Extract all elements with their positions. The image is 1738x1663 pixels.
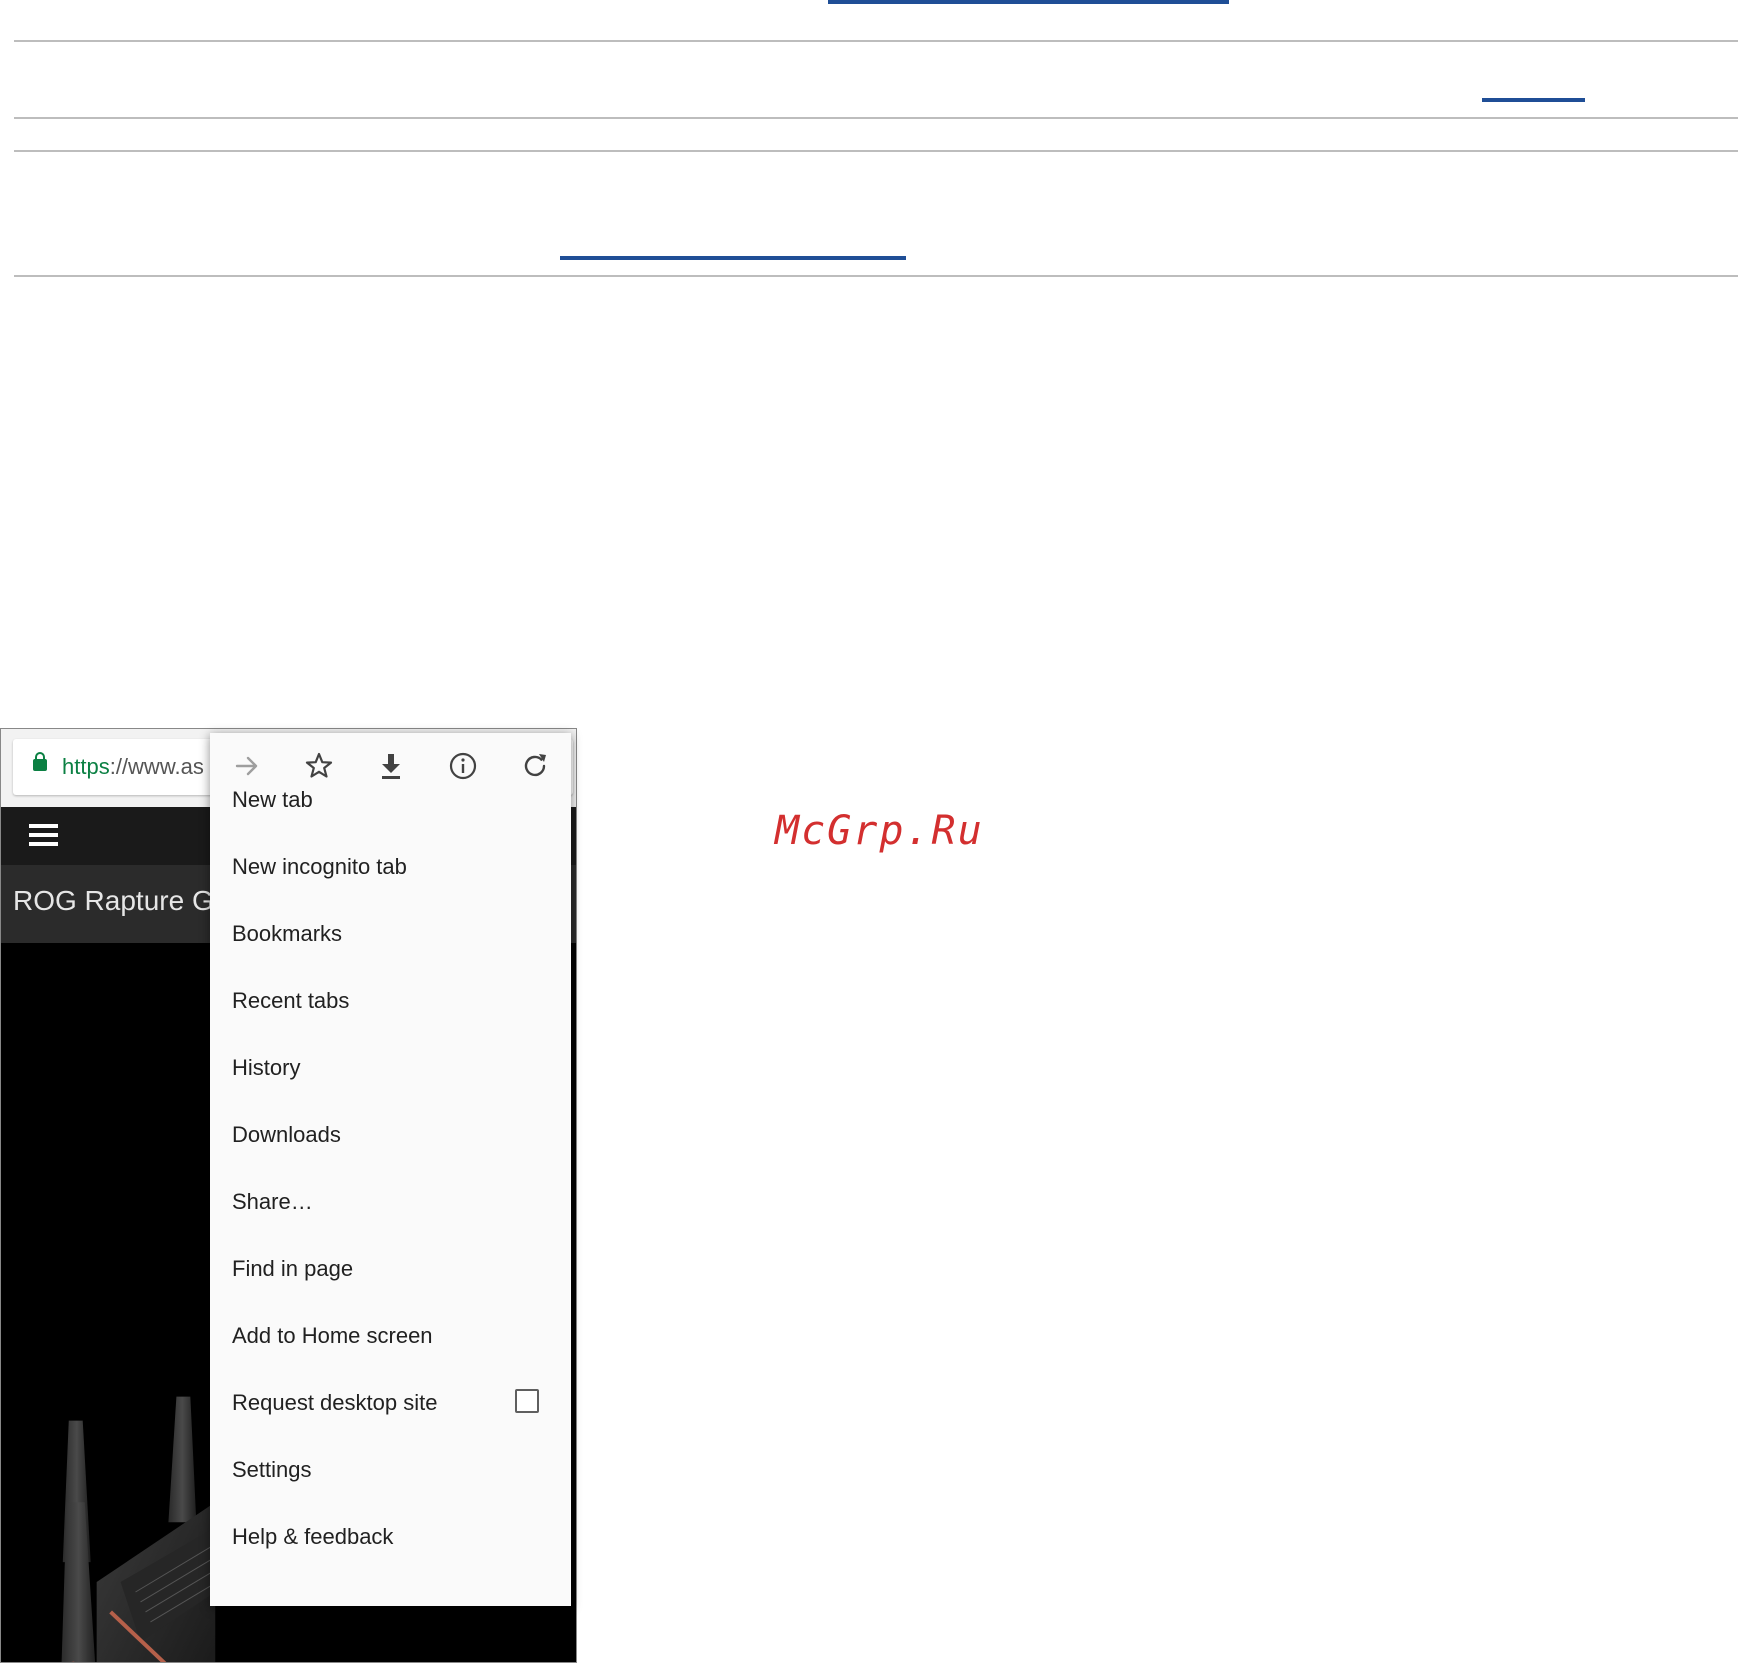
divider-2 <box>14 117 1738 119</box>
menu-item-new-incognito-tab[interactable]: New incognito tab <box>232 853 407 881</box>
reload-icon[interactable] <box>518 749 552 783</box>
lock-icon <box>33 752 47 771</box>
divider-4 <box>14 275 1738 277</box>
menu-item-history[interactable]: History <box>232 1054 300 1082</box>
url-scheme: https <box>62 754 110 779</box>
info-icon[interactable] <box>446 749 480 783</box>
bookmark-star-icon[interactable] <box>302 749 336 783</box>
menu-item-downloads[interactable]: Downloads <box>232 1121 341 1149</box>
menu-item-add-to-home-screen[interactable]: Add to Home screen <box>232 1322 433 1350</box>
browser-overflow-menu: New tab New incognito tab Bookmarks Rece… <box>210 733 571 1606</box>
menu-item-help-feedback[interactable]: Help & feedback <box>232 1523 393 1551</box>
forward-icon[interactable] <box>230 749 264 783</box>
link-underline-middle <box>560 256 906 260</box>
menu-item-find-in-page[interactable]: Find in page <box>232 1255 353 1283</box>
url-text: https://www.as <box>62 754 204 780</box>
request-desktop-checkbox[interactable] <box>515 1389 539 1413</box>
menu-item-recent-tabs[interactable]: Recent tabs <box>232 987 349 1015</box>
link-underline-right <box>1482 98 1585 102</box>
menu-item-new-tab[interactable]: New tab <box>232 786 313 814</box>
menu-item-share[interactable]: Share… <box>232 1188 313 1216</box>
site-title: ROG Rapture GT <box>13 885 231 916</box>
menu-item-bookmarks[interactable]: Bookmarks <box>232 920 342 948</box>
hamburger-menu-icon[interactable] <box>29 824 58 848</box>
download-icon[interactable] <box>374 749 408 783</box>
divider-3 <box>14 150 1738 152</box>
menu-item-settings[interactable]: Settings <box>232 1456 312 1484</box>
menu-item-request-desktop-site[interactable]: Request desktop site <box>232 1389 437 1417</box>
divider-1 <box>14 40 1738 42</box>
watermark-text: McGrp.Ru <box>775 808 984 854</box>
url-host: ://www.as <box>109 754 204 779</box>
link-underline-top <box>828 0 1229 4</box>
